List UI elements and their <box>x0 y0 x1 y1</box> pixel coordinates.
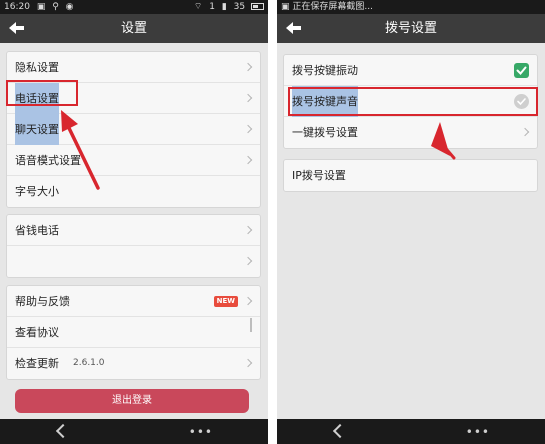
settings-item-agreement[interactable]: 查看协议 <box>7 317 260 348</box>
chevron-right-icon <box>243 358 253 368</box>
settings-item-help[interactable]: 帮助与反馈 NEW <box>7 286 260 317</box>
new-badge: NEW <box>213 296 238 307</box>
setting-label: 一键拨号设置 <box>292 126 358 139</box>
setting-ip-dial[interactable]: IP拨号设置 <box>284 160 537 191</box>
chat-icon: ◉ <box>65 2 74 12</box>
nav-menu-icon[interactable]: ••• <box>189 425 213 439</box>
signal-text: 1 <box>209 2 215 12</box>
settings-item-label: 检查更新 <box>15 357 59 370</box>
chevron-right-icon <box>243 155 253 165</box>
page-title: 设置 <box>120 21 147 36</box>
chevron-right-icon <box>243 93 253 103</box>
settings-group-main: 隐私设置 电话设置 聊天设置 语音模式设置 字号大小 <box>6 51 261 208</box>
annotation-arrow-icon <box>431 122 456 160</box>
chevron-right-icon <box>243 225 253 235</box>
chevron-right-icon <box>243 256 253 266</box>
chevron-right-icon <box>243 124 253 134</box>
settings-item-blank[interactable] <box>7 246 260 277</box>
settings-item-font-size[interactable]: 字号大小 <box>7 176 260 207</box>
annotation-highlight-box <box>6 80 78 106</box>
status-time: 16:20 <box>4 2 30 12</box>
battery-icon <box>251 3 264 10</box>
wifi-icon: ⌔ <box>193 2 203 12</box>
title-bar: 设置 <box>0 14 268 43</box>
settings-item-label: 查看协议 <box>15 326 59 339</box>
settings-item-label: 隐私设置 <box>15 61 59 74</box>
nav-back-icon[interactable] <box>55 423 71 439</box>
checkbox-checked[interactable] <box>514 63 529 78</box>
status-bar: ▣ 正在保存屏幕截图... <box>277 0 545 14</box>
left-phone-screen: 16:20 ▣ ⚲ ◉ ⌔ 1 ▮ 35 设置 隐私设置 电话设置 聊天设置 语… <box>0 0 268 444</box>
settings-item-label: 聊天设置 <box>15 114 59 145</box>
settings-item-privacy[interactable]: 隐私设置 <box>7 52 260 83</box>
settings-item-check-update[interactable]: 检查更新 2.6.1.0 <box>7 348 260 379</box>
setting-label: 拨号按键振动 <box>292 64 358 77</box>
settings-group-calls: 省钱电话 <box>6 214 261 278</box>
screenshot-icon: ▣ <box>281 2 290 12</box>
status-notice: 正在保存屏幕截图... <box>292 2 373 12</box>
annotation-arrow-icon <box>61 110 100 190</box>
nav-back-icon[interactable] <box>332 423 348 439</box>
settings-item-voice-mode[interactable]: 语音模式设置 <box>7 145 260 176</box>
chevron-right-icon <box>520 127 530 137</box>
logout-button[interactable]: 退出登录 <box>15 389 249 413</box>
signal-icon: ▮ <box>221 2 227 12</box>
settings-item-cheap-calls[interactable]: 省钱电话 <box>7 215 260 246</box>
system-nav-bar: ••• <box>0 419 268 444</box>
settings-item-label: 字号大小 <box>15 185 59 198</box>
checkmark-icon <box>516 66 527 75</box>
status-bar: 16:20 ▣ ⚲ ◉ ⌔ 1 ▮ 35 <box>0 0 268 14</box>
title-bar: 拨号设置 <box>277 14 545 43</box>
annotation-highlight-box <box>288 87 538 116</box>
search-icon: ⚲ <box>52 2 59 12</box>
system-nav-bar: ••• <box>277 419 545 444</box>
setting-dial-vibration[interactable]: 拨号按键振动 <box>284 55 537 86</box>
setting-label: IP拨号设置 <box>292 169 346 182</box>
settings-item-label: 省钱电话 <box>15 224 59 237</box>
settings-item-label: 帮助与反馈 <box>15 295 70 308</box>
chevron-right-icon <box>243 296 253 306</box>
scrollbar[interactable] <box>250 318 252 332</box>
notification-icon: ▣ <box>36 2 46 12</box>
page-title: 拨号设置 <box>384 21 437 36</box>
settings-group-about: 帮助与反馈 NEW 查看协议 检查更新 2.6.1.0 <box>6 285 261 380</box>
version-number: 2.6.1.0 <box>73 358 105 368</box>
nav-menu-icon[interactable]: ••• <box>466 425 490 439</box>
settings-item-chat[interactable]: 聊天设置 <box>7 114 260 145</box>
battery-text: 35 <box>233 2 246 12</box>
chevron-right-icon <box>243 62 253 72</box>
right-phone-screen: ▣ 正在保存屏幕截图... 拨号设置 拨号按键振动 拨号按键声音 一键拨号设置 … <box>277 0 545 444</box>
setting-speed-dial[interactable]: 一键拨号设置 <box>284 117 537 148</box>
ip-dial-group: IP拨号设置 <box>283 159 538 192</box>
